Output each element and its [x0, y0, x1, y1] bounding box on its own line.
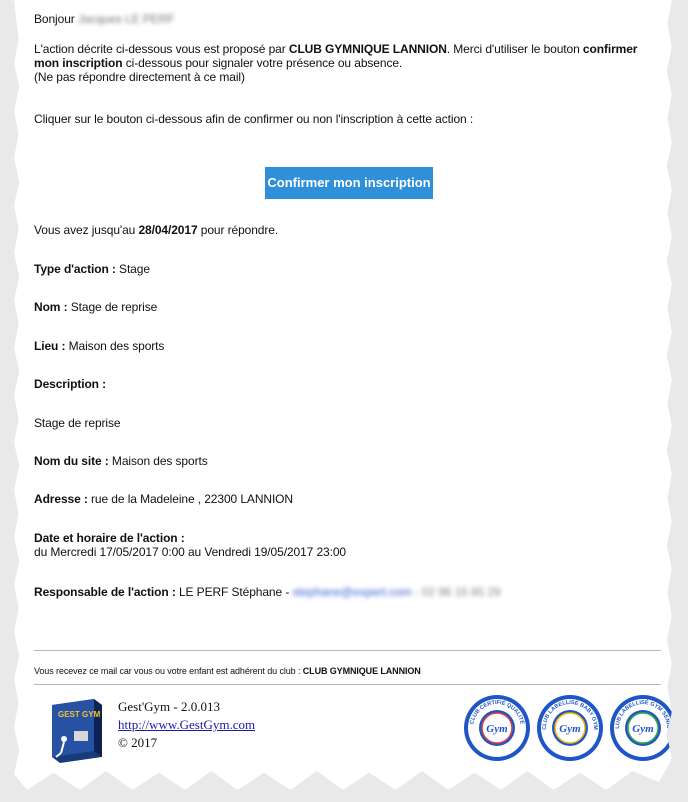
greeting-line: Bonjour Jacques LE PERF	[34, 12, 175, 26]
nom-label: Nom :	[34, 300, 68, 314]
club-name: CLUB GYMNIQUE LANNION	[288, 42, 447, 56]
inscription-word: mon inscription	[34, 56, 123, 70]
responsable-value: LE PERF Stéphane	[175, 585, 283, 599]
intro-line-2: mon inscription ci-dessous pour signaler…	[34, 56, 402, 70]
instruction-text: Cliquer sur le bouton ci-dessous afin de…	[34, 112, 474, 126]
responsable-separator: -	[282, 585, 293, 599]
site-label: Nom du site :	[34, 454, 109, 468]
intro-line-1: L'action décrite ci-dessous vous est pro…	[34, 42, 637, 56]
adresse-label: Adresse :	[34, 492, 88, 506]
intro-text-c: ci-dessous pour signaler votre présence …	[122, 56, 403, 70]
badge-center-text: Gym	[559, 723, 581, 735]
date-value: du Mercredi 17/05/2017 0:00 au Vendredi …	[34, 545, 346, 559]
footer-notice-prefix: Vous recevez ce mail car vous ou votre e…	[34, 666, 303, 676]
type-label: Type d'action :	[34, 262, 116, 276]
badge-center-text: Gym	[632, 723, 654, 735]
nom-value: Stage de reprise	[67, 300, 158, 314]
footer-club-name: CLUB GYMNIQUE LANNION	[302, 666, 421, 676]
badge-gym-senior: CLUB LABELLISÉ GYM SENIORGymWWW.FFGYM.FR	[606, 689, 672, 763]
type-value: Stage	[115, 262, 150, 276]
site-value: Maison des sports	[108, 454, 208, 468]
recipient-name: Jacques LE PERF	[77, 12, 175, 26]
description-label: Description :	[34, 377, 107, 391]
responsable-label: Responsable de l'action :	[34, 585, 176, 599]
responsable-row: Responsable de l'action : LE PERF Stépha…	[34, 585, 501, 599]
description-value: Stage de reprise	[34, 416, 121, 430]
email-body: Bonjour Jacques LE PERF L'action décrite…	[14, 0, 672, 790]
intro-text-b: . Merci d'utiliser le bouton	[446, 42, 583, 56]
greeting-prefix: Bonjour	[34, 12, 75, 26]
badge-certified-quality: CLUB CERTIFIÉ QUALITÉ Gym WWW.FFGYM.FR	[462, 693, 532, 763]
confirm-word: confirmer	[582, 42, 638, 56]
nom-row: Nom : Stage de reprise	[34, 300, 157, 314]
gestgym-logo: GEST GYM	[44, 695, 114, 765]
deadline-line: Vous avez jusqu'au 28/04/2017 pour répon…	[34, 223, 278, 237]
lieu-label: Lieu :	[34, 339, 66, 353]
adresse-row: Adresse : rue de la Madeleine , 22300 LA…	[34, 492, 293, 506]
badge-center-text: Gym	[486, 723, 508, 735]
site-row: Nom du site : Maison des sports	[34, 454, 208, 468]
deadline-prefix: Vous avez jusqu'au	[34, 223, 139, 237]
deadline-suffix: pour répondre.	[197, 223, 279, 237]
type-row: Type d'action : Stage	[34, 262, 150, 276]
adresse-value: rue de la Madeleine , 22300 LANNION	[87, 492, 293, 506]
product-version: Gest'Gym - 2.0.013	[118, 699, 221, 714]
logo-text: GEST GYM	[58, 710, 101, 719]
lieu-value: Maison des sports	[65, 339, 165, 353]
gestgym-url-link[interactable]: http://www.GestGym.com	[118, 717, 255, 733]
footer-notice: Vous recevez ce mail car vous ou votre e…	[34, 664, 421, 678]
intro-line-3: (Ne pas répondre directement à ce mail)	[34, 70, 245, 84]
responsable-phone: - 02 96 15 85 29	[411, 585, 501, 599]
copyright-text: © 2017	[118, 735, 158, 750]
responsable-email-link[interactable]: stephane@expert.com	[292, 585, 411, 599]
lieu-row: Lieu : Maison des sports	[34, 339, 164, 353]
deadline-date: 28/04/2017	[138, 223, 198, 237]
date-label: Date et horaire de l'action :	[34, 531, 185, 545]
confirm-inscription-button[interactable]: Confirmer mon inscription	[265, 167, 433, 199]
badge-baby-gym: CLUB LABELLISÉ BABY GYM Gym WWW.FFGYM.FR	[535, 693, 605, 763]
footer-divider-top	[34, 650, 661, 651]
footer-divider-bottom	[34, 684, 661, 685]
intro-text-a: L'action décrite ci-dessous vous est pro…	[34, 42, 289, 56]
